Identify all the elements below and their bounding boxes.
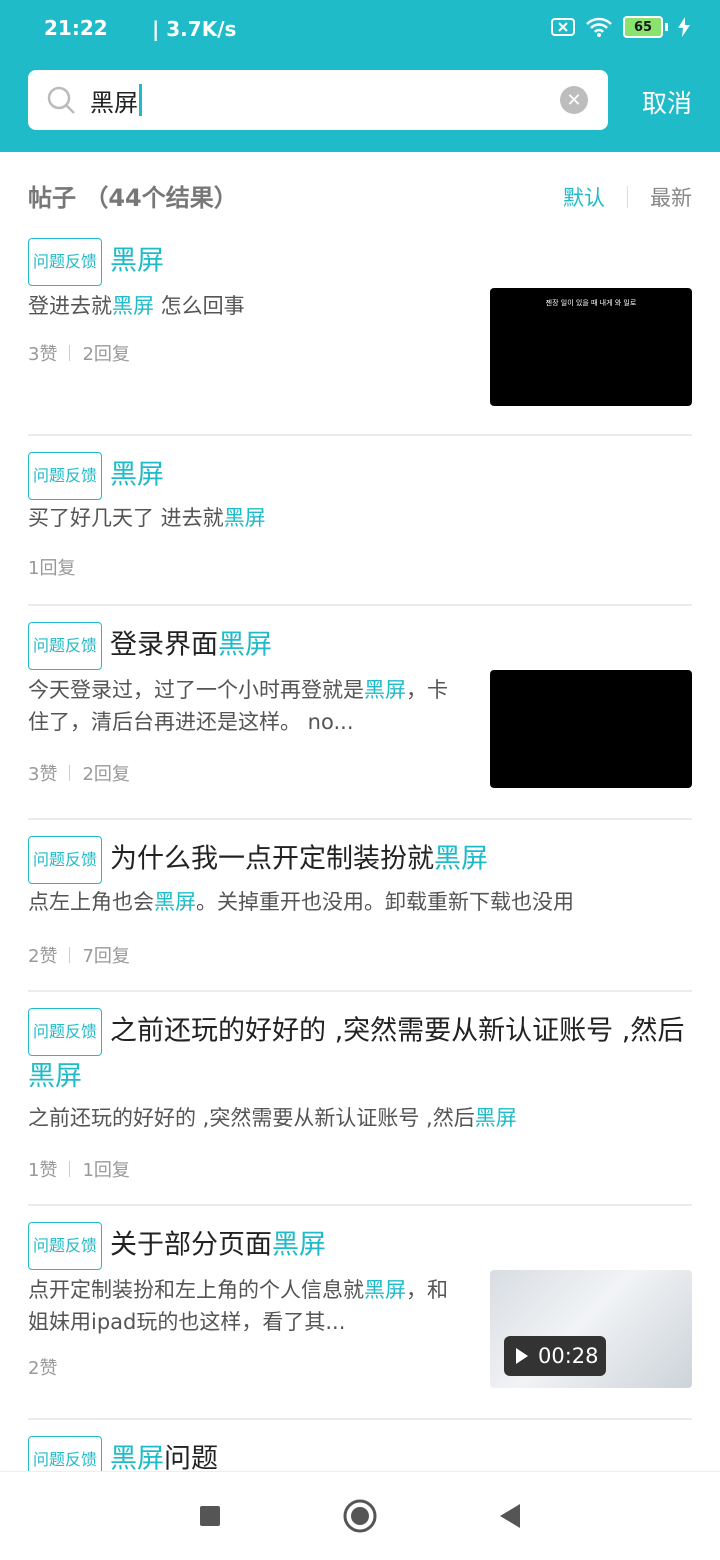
recent-apps-button[interactable]	[190, 1496, 230, 1536]
reply-count: 2回复	[82, 764, 130, 785]
status-time: 21:22	[44, 16, 108, 40]
like-count: 2赞	[28, 1358, 58, 1379]
sort-default-tab[interactable]: 默认	[563, 182, 605, 212]
post-excerpt: 点左上角也会黑屏。关掉重开也没用。卸载重新下载也没用	[28, 890, 574, 914]
network-speed: | 3.7K/s	[152, 17, 237, 41]
post-meta: 2赞 7回复	[28, 942, 130, 968]
post-excerpt: 之前还玩的好好的 ,突然需要从新认证账号 ,然后黑屏	[28, 1106, 517, 1130]
post-thumbnail[interactable]: 젠장 일이 있을 때 내게 와 일로	[490, 288, 692, 406]
post-thumbnail[interactable]	[490, 670, 692, 788]
sort-divider	[627, 186, 628, 208]
post-title: 问题反馈 为什么我一点开定制装扮就黑屏	[28, 836, 488, 884]
search-input[interactable]: 黑屏	[90, 83, 138, 118]
post-title: 问题反馈 关于部分页面黑屏	[28, 1222, 326, 1270]
reply-count: 1回复	[82, 1160, 130, 1181]
post-excerpt: 今天登录过，过了一个小时再登就是黑屏，卡住了，清后台再进还是这样。 no...	[28, 678, 448, 734]
status-bar: 21:22 | 3.7K/s 65	[44, 16, 690, 46]
header: 21:22 | 3.7K/s 65 黑屏 ✕ 取消	[0, 0, 720, 152]
post-title: 问题反馈 黑屏	[28, 452, 164, 500]
post-excerpt: 买了好几天了 进去就黑屏	[28, 506, 266, 530]
post-tag: 问题反馈	[28, 1008, 103, 1056]
video-thumbnail[interactable]: 00:28	[490, 1270, 692, 1388]
sim-icon	[551, 18, 575, 36]
reply-count: 1回复	[28, 558, 76, 579]
post-tag: 问题反馈	[28, 452, 103, 500]
post-tag: 问题反馈	[28, 622, 103, 670]
back-triangle-icon	[500, 1504, 520, 1528]
post-item[interactable]: 问题反馈 黑屏 登进去就黑屏 怎么回事 3赞 2回复 젠장 일이 있을 때 내게 와…	[28, 236, 692, 436]
clear-search-button[interactable]: ✕	[560, 86, 588, 114]
post-meta: 2赞	[28, 1354, 57, 1380]
like-count: 3赞	[28, 764, 58, 785]
like-count: 2赞	[28, 946, 58, 967]
post-meta: 1回复	[28, 554, 75, 580]
video-play-badge[interactable]: 00:28	[504, 1336, 606, 1376]
charging-icon	[678, 17, 690, 37]
post-item[interactable]: 问题反馈 黑屏 买了好几天了 进去就黑屏 1回复	[28, 436, 692, 606]
battery-tip	[665, 23, 668, 31]
like-count: 1赞	[28, 1160, 58, 1181]
result-filter-bar: 帖子 （44个结果） 默认 最新	[28, 178, 692, 218]
result-count-label: 帖子 （44个结果）	[28, 184, 238, 212]
reply-count: 7回复	[82, 946, 130, 967]
post-meta: 3赞 2回复	[28, 340, 130, 366]
post-title: 问题反馈 黑屏	[28, 238, 164, 286]
back-button[interactable]	[490, 1496, 530, 1536]
reply-count: 2回复	[82, 344, 130, 365]
post-title: 问题反馈 登录界面黑屏	[28, 622, 272, 670]
square-icon	[200, 1506, 220, 1526]
cancel-button[interactable]: 取消	[642, 84, 692, 120]
text-cursor	[139, 84, 142, 116]
video-duration: 00:28	[538, 1344, 599, 1368]
post-title: 问题反馈 之前还玩的好好的 ,突然需要从新认证账号 ,然后黑屏	[28, 1008, 692, 1098]
post-excerpt: 点开定制装扮和左上角的个人信息就黑屏，和姐妹用ipad玩的也这样，看了其...	[28, 1278, 448, 1334]
post-meta: 3赞 2回复	[28, 760, 130, 786]
post-tag: 问题反馈	[28, 836, 103, 884]
post-tag: 问题反馈	[28, 238, 103, 286]
battery-icon: 65	[623, 16, 663, 38]
post-item[interactable]: 问题反馈 关于部分页面黑屏 点开定制装扮和左上角的个人信息就黑屏，和姐妹用ipad…	[28, 1206, 692, 1420]
search-bar[interactable]: 黑屏 ✕	[28, 70, 608, 130]
post-excerpt: 登进去就黑屏 怎么回事	[28, 294, 245, 318]
post-item[interactable]: 问题反馈 之前还玩的好好的 ,突然需要从新认证账号 ,然后黑屏 之前还玩的好好的 …	[28, 992, 692, 1206]
sort-latest-tab[interactable]: 最新	[650, 182, 692, 212]
system-nav-bar	[0, 1471, 720, 1560]
status-icons: 65	[551, 16, 690, 38]
sort-options: 默认 最新	[563, 182, 692, 212]
wifi-icon	[586, 17, 612, 37]
search-icon	[47, 86, 75, 114]
home-button[interactable]	[340, 1496, 380, 1536]
post-list: 问题反馈 黑屏 登进去就黑屏 怎么回事 3赞 2回复 젠장 일이 있을 때 내게 와…	[28, 236, 692, 1490]
post-item[interactable]: 问题反馈 登录界面黑屏 今天登录过，过了一个小时再登就是黑屏，卡住了，清后台再进还…	[28, 606, 692, 820]
post-item[interactable]: 问题反馈 为什么我一点开定制装扮就黑屏 点左上角也会黑屏。关掉重开也没用。卸载重新…	[28, 820, 692, 992]
thumbnail-caption: 젠장 일이 있을 때 내게 와 일로	[545, 299, 637, 307]
post-meta: 1赞 1回复	[28, 1156, 130, 1182]
home-circle-icon	[343, 1499, 377, 1533]
play-icon	[516, 1348, 528, 1364]
like-count: 3赞	[28, 344, 58, 365]
post-tag: 问题反馈	[28, 1222, 103, 1270]
